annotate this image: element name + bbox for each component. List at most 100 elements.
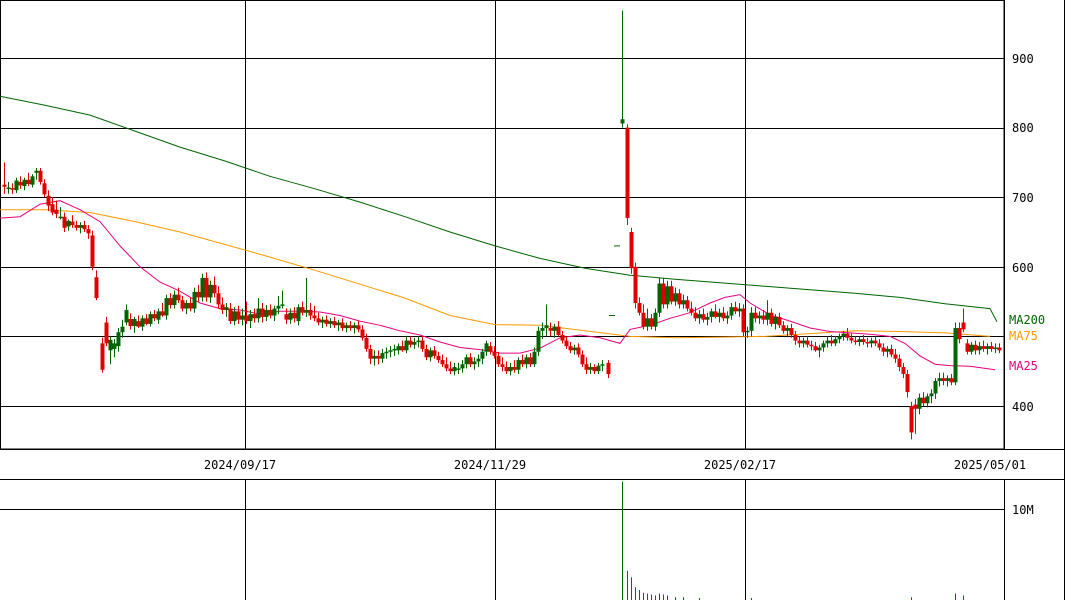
candle [536, 326, 541, 356]
candle-body [957, 328, 962, 340]
candle-body [949, 378, 954, 383]
candle-body [781, 325, 786, 331]
candle-body [236, 311, 241, 320]
candle-body [997, 347, 1002, 351]
candle-body [18, 181, 23, 186]
candle-body [120, 326, 125, 333]
candle-body [649, 318, 654, 327]
candle-body [404, 340, 409, 351]
candle-body [925, 396, 930, 404]
candle-body [885, 348, 890, 352]
y-tick-900: 900 [1012, 52, 1034, 66]
candle-body [809, 344, 814, 347]
candle-body [420, 340, 425, 349]
candle-body [324, 319, 329, 324]
candle-body [54, 209, 59, 214]
candle-body [212, 284, 217, 294]
candle-body [50, 204, 55, 213]
candle-body [400, 346, 405, 351]
candle-body [260, 308, 265, 317]
candle-body [606, 362, 611, 374]
candle-body [280, 304, 285, 306]
candle-body [172, 294, 177, 306]
candle-body [725, 315, 730, 319]
candle-body [392, 348, 397, 351]
candle-body [440, 360, 445, 365]
candle-body [913, 404, 918, 409]
candle [657, 277, 662, 317]
candle [200, 273, 205, 302]
candle-body [524, 357, 529, 365]
candle-body [552, 326, 557, 331]
candle-body [304, 309, 309, 313]
candle-body [252, 314, 257, 319]
candle-body [773, 316, 778, 324]
candle-body [625, 127, 630, 219]
candle-body [368, 348, 373, 359]
candle-body [42, 183, 47, 195]
candle-body [568, 346, 573, 351]
candle-body [697, 314, 702, 319]
candle-body [588, 367, 593, 370]
candle-body [829, 340, 834, 344]
candle-body [685, 300, 690, 309]
candle-body [148, 314, 153, 324]
candle-body [857, 339, 862, 342]
candle-body [560, 335, 565, 341]
candle-body [364, 337, 369, 349]
candle-body [340, 322, 345, 329]
candle-body [973, 344, 978, 351]
candle-body [873, 340, 878, 344]
candle-body [556, 326, 561, 336]
candle-body [789, 328, 794, 336]
candle-body [228, 308, 233, 322]
candle-body [488, 346, 493, 352]
candle-body [705, 316, 710, 320]
candle-body [360, 329, 365, 338]
legend-ma25: MA25 [1009, 359, 1038, 373]
candle-body [600, 364, 605, 366]
stock-chart: 900 800 700 600 400 MA200 MA75 MA25 2024… [0, 0, 1065, 600]
date-axis: 2024/09/17 2024/11/29 2025/02/17 2025/05… [204, 458, 1026, 472]
candle-body [308, 309, 313, 316]
candle-body [192, 291, 197, 309]
candle-body [352, 325, 357, 329]
candle [633, 262, 638, 309]
candle-body [841, 333, 846, 337]
candle-body [516, 360, 521, 370]
candle-body [244, 315, 249, 322]
volume-tick-10m: 10M [1012, 503, 1034, 517]
candle-body [388, 350, 393, 352]
candle-body [945, 378, 950, 381]
candle-body [933, 380, 938, 394]
candle-body [468, 357, 473, 365]
candle-body [564, 340, 569, 347]
candle-body [584, 364, 589, 370]
candle-body [46, 195, 51, 206]
legend-ma75: MA75 [1009, 329, 1038, 343]
candle-body [853, 340, 858, 343]
candle-body [825, 340, 830, 344]
candle-body [661, 283, 666, 305]
candle-body [444, 364, 449, 369]
candle-body [817, 347, 822, 351]
candle-body [100, 343, 105, 370]
candle-body [805, 340, 810, 345]
candle-body [993, 347, 998, 350]
candle-body [62, 216, 67, 228]
candle-body [90, 235, 95, 267]
candle-body [416, 340, 421, 343]
candle-body [749, 312, 754, 331]
candle-body [592, 367, 597, 372]
candle-body [576, 347, 581, 355]
price-panel-background [0, 0, 1004, 449]
candle-body [865, 341, 870, 344]
candle-body [500, 364, 505, 368]
candle-body [496, 355, 501, 365]
candle-body [116, 332, 121, 347]
candle-body [384, 351, 389, 354]
candle-body [793, 335, 798, 341]
candle-body [528, 357, 533, 365]
candle-body [977, 346, 982, 351]
candle-body [58, 216, 63, 219]
